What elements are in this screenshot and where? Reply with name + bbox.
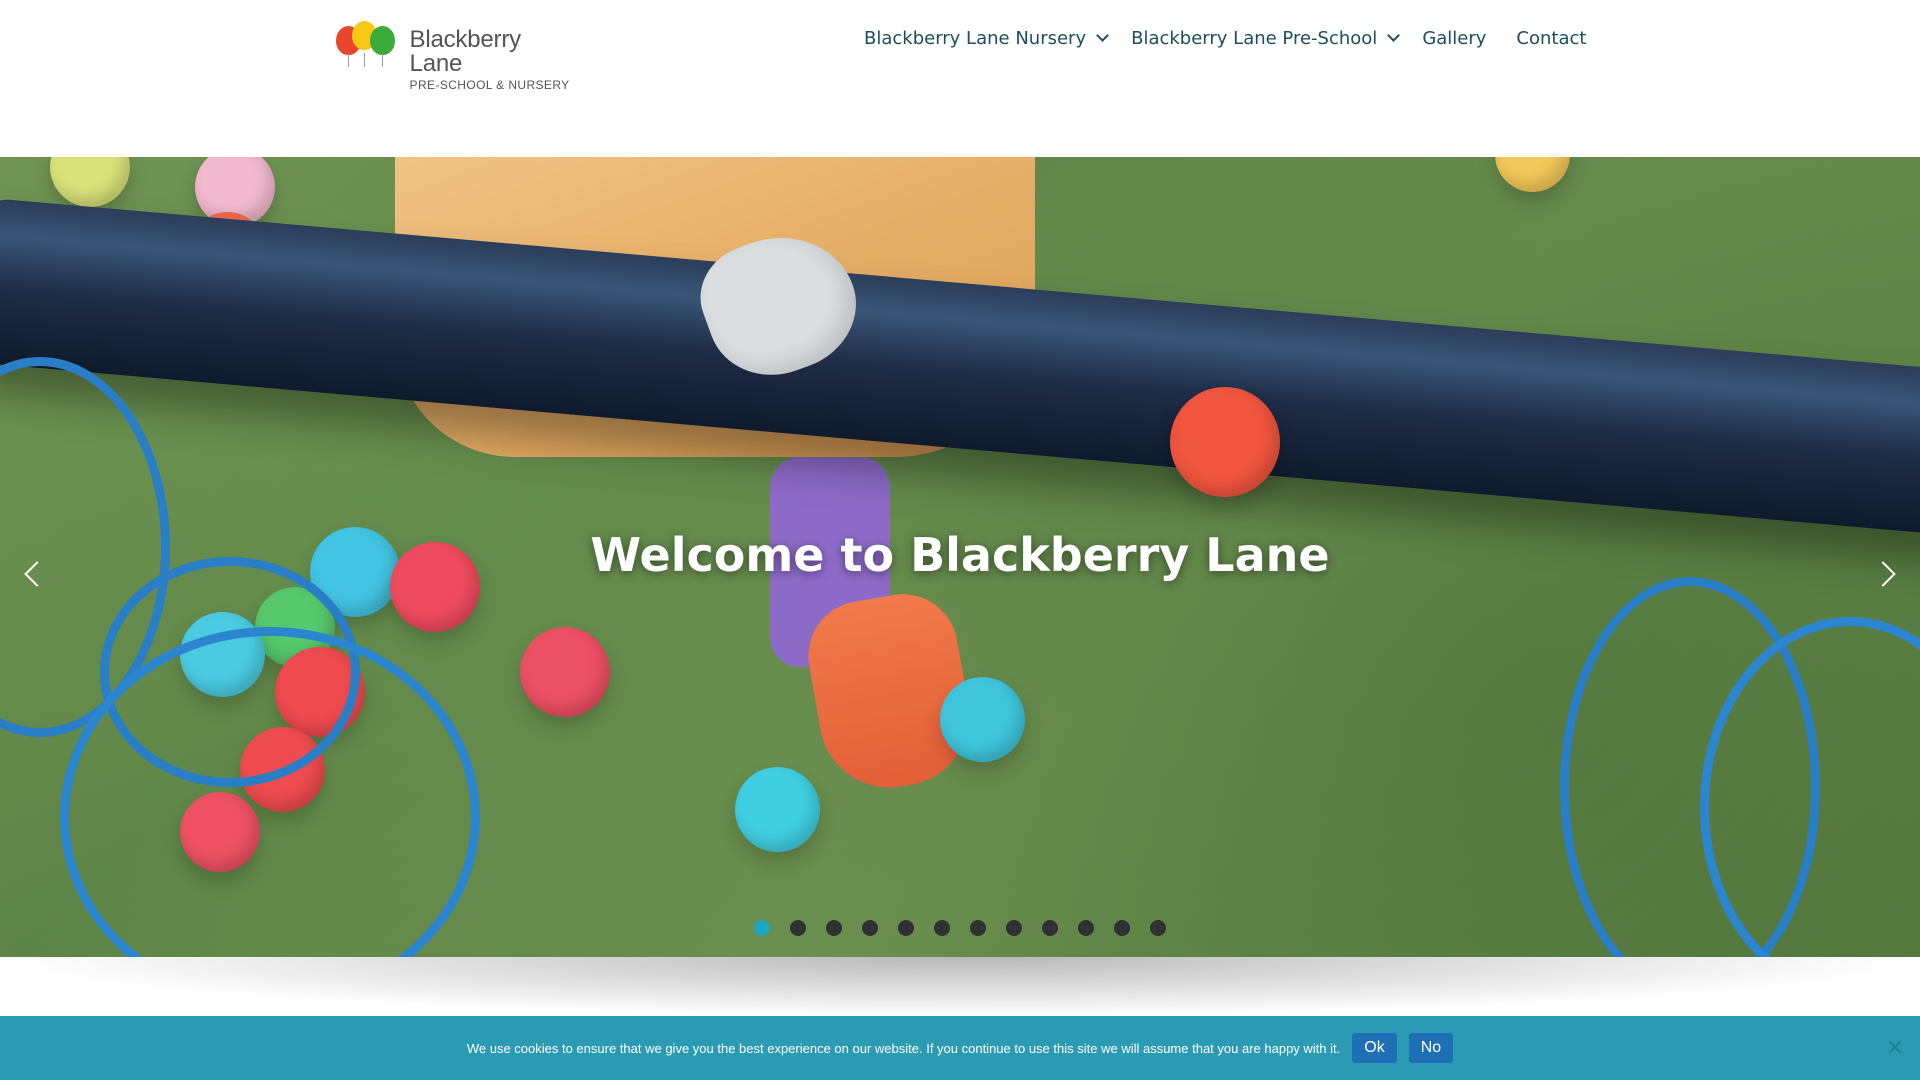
slider-dot[interactable]	[1042, 920, 1058, 936]
nav-item-label: Blackberry Lane Nursery	[864, 28, 1087, 49]
slider-prev-button[interactable]	[20, 555, 50, 595]
slider-dot[interactable]	[790, 920, 806, 936]
site-logo[interactable]: Blackberry Lane PRE-SCHOOL & NURSERY	[334, 20, 574, 92]
nav-item-contact[interactable]: Contact	[1516, 28, 1586, 49]
slider-dot[interactable]	[1006, 920, 1022, 936]
cookie-message: We use cookies to ensure that we give yo…	[466, 1040, 1341, 1056]
chevron-down-icon	[1096, 29, 1109, 42]
slider-next-button[interactable]	[1870, 555, 1902, 595]
slider-dot[interactable]	[826, 920, 842, 936]
slider-dot[interactable]	[898, 920, 914, 936]
main-nav: Blackberry Lane Nursery Blackberry Lane …	[864, 28, 1586, 49]
nav-item-label: Blackberry Lane Pre-School	[1131, 28, 1378, 49]
cookie-ok-button[interactable]: Ok	[1352, 1033, 1397, 1063]
slider-dot[interactable]	[754, 920, 770, 936]
cookie-no-button[interactable]: No	[1408, 1033, 1454, 1063]
balloons-logo-icon	[334, 20, 402, 70]
nav-item-label: Contact	[1516, 28, 1587, 49]
logo-title: Blackberry Lane	[409, 26, 522, 77]
slider-dot[interactable]	[1078, 920, 1094, 936]
close-icon[interactable]	[1886, 1038, 1904, 1056]
slider-dot[interactable]	[970, 920, 986, 936]
hero-slider: Welcome to Blackberry Lane	[0, 157, 1920, 957]
chevron-right-icon	[1870, 561, 1896, 587]
nav-item-label: Gallery	[1422, 28, 1487, 49]
slider-dot[interactable]	[1150, 920, 1166, 936]
cookie-notice-bar: We use cookies to ensure that we give yo…	[0, 1016, 1920, 1080]
logo-tagline: PRE-SCHOOL & NURSERY	[409, 78, 570, 92]
nav-item-gallery[interactable]: Gallery	[1422, 28, 1486, 49]
hero-title: Welcome to Blackberry Lane	[590, 528, 1330, 582]
hero-shadow	[0, 957, 1920, 1017]
nav-item-nursery[interactable]: Blackberry Lane Nursery	[864, 28, 1109, 49]
slider-dot[interactable]	[862, 920, 878, 936]
chevron-down-icon	[1387, 29, 1401, 42]
nav-item-pre-school[interactable]: Blackberry Lane Pre-School	[1131, 28, 1401, 49]
chevron-left-icon	[24, 561, 50, 587]
slider-pagination	[0, 920, 1920, 936]
site-header: Blackberry Lane PRE-SCHOOL & NURSERY Bla…	[0, 0, 1920, 157]
slider-dot[interactable]	[934, 920, 950, 936]
slider-dot[interactable]	[1114, 920, 1130, 936]
